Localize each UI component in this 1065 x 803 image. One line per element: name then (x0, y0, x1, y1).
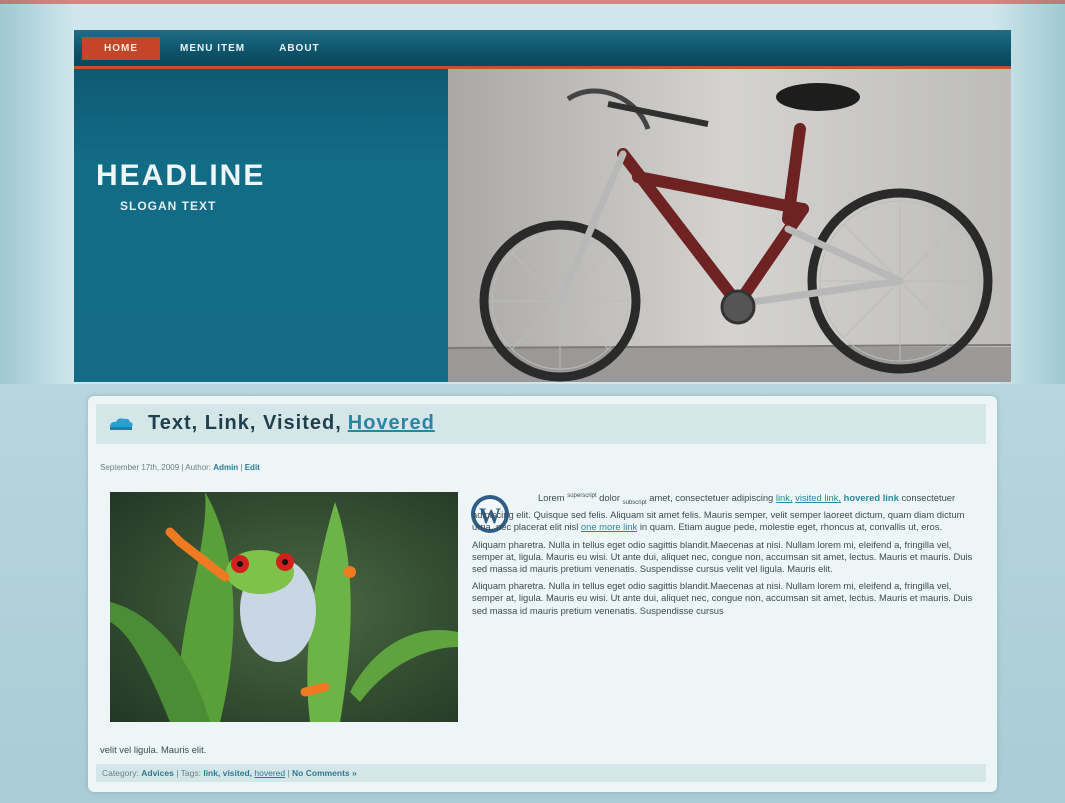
header: HEADLINE SLOGAN TEXT (74, 69, 1011, 382)
post-paragraph-2: Aliquam pharetra. Nulla in tellus eget o… (472, 538, 973, 575)
tag-link[interactable]: visited, (223, 768, 252, 778)
site-wrapper: HOME MENU ITEM ABOUT HEADLINE SLOGAN TEX… (74, 30, 1011, 382)
author-label: Author: (185, 463, 212, 472)
header-branding: HEADLINE SLOGAN TEXT (74, 69, 448, 382)
post-date: September 17th, 2009 (100, 463, 180, 472)
post-paragraph-3: Aliquam pharetra. Nulla in tellus eget o… (472, 580, 973, 616)
post-title-bar: Text, Link, Visited, Hovered (96, 404, 986, 444)
para-text: amet, consectetuer adipiscing (649, 492, 774, 504)
para-text: dolor (599, 492, 620, 504)
hovered-link[interactable]: hovered link (844, 492, 899, 503)
visited-link[interactable]: visited link, (795, 492, 841, 503)
nav-bar: HOME MENU ITEM ABOUT (74, 30, 1011, 69)
slogan: SLOGAN TEXT (120, 199, 217, 213)
post-title-text: Text, Link, Visited, (148, 412, 342, 434)
edit-link[interactable]: Edit (245, 463, 260, 472)
nav-item-home[interactable]: HOME (82, 36, 160, 60)
subscript-text: subscript (622, 500, 647, 506)
frog-image (110, 492, 458, 722)
comments-link[interactable]: No Comments » (292, 768, 357, 778)
nav-menu: HOME MENU ITEM ABOUT (74, 30, 1011, 66)
post-footer: Category: Advices | Tags: link, visited,… (96, 764, 986, 782)
header-bicycle-image (448, 69, 1011, 382)
tag-link-hovered[interactable]: hovered (254, 768, 285, 778)
para-text: in quam. Etiam augue pede, molestie eget… (639, 521, 943, 533)
category-label: Category: (102, 768, 139, 778)
post-body: Lorem superscript dolor subscript amet, … (472, 490, 984, 622)
post-paragraph-tail: velit vel ligula. Mauris elit. (100, 744, 207, 755)
cloud-icon (110, 417, 133, 430)
headline: HEADLINE (96, 159, 266, 192)
inline-link[interactable]: link, (776, 492, 793, 503)
author-link[interactable]: Admin (213, 463, 238, 472)
post-meta: September 17th, 2009 | Author: Admin | E… (100, 463, 260, 472)
one-more-link[interactable]: one more link (581, 521, 637, 532)
post-card: Text, Link, Visited, Hovered September 1… (88, 396, 997, 792)
post-title-link[interactable]: Hovered (348, 412, 435, 435)
para-text: Lorem (538, 492, 565, 504)
nav-item-menu-item[interactable]: MENU ITEM (166, 37, 259, 60)
post-paragraph-1: Lorem superscript dolor subscript amet, … (472, 490, 984, 534)
tag-link[interactable]: link, (203, 768, 220, 778)
category-link[interactable]: Advices (141, 768, 174, 778)
post-title: Text, Link, Visited, Hovered (108, 412, 435, 435)
tags-label: Tags: (180, 768, 201, 778)
top-edge (0, 0, 1065, 4)
nav-item-about[interactable]: ABOUT (265, 37, 334, 60)
superscript-text: superscript (567, 493, 597, 499)
